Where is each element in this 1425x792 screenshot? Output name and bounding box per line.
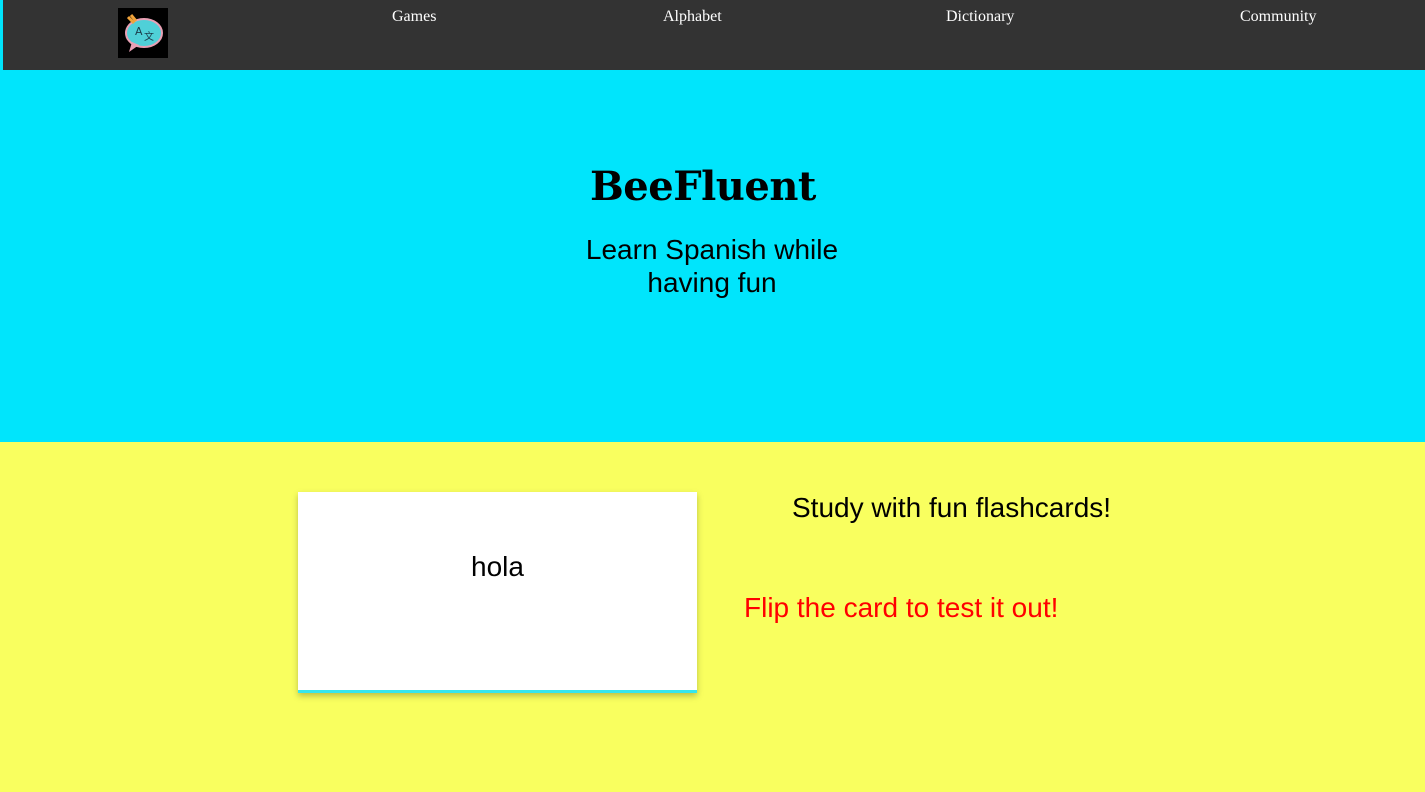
nav-link-community[interactable]: Community [1240,7,1316,27]
svg-text:A: A [135,25,143,38]
hero-subtitle: Learn Spanish while having fun [585,234,839,298]
nav-link-games[interactable]: Games [392,7,436,27]
flashcards-heading: Study with fun flashcards! [792,492,1112,523]
site-title: BeeFluent [590,163,816,210]
flashcard[interactable]: hola [298,492,697,693]
svg-text:文: 文 [144,30,154,43]
nav-link-dictionary[interactable]: Dictionary [946,7,1014,27]
flashcard-word: hola [471,551,524,582]
page: A 文 Games Alphabet Dictionary Community … [0,0,1425,792]
nav-link-alphabet[interactable]: Alphabet [663,7,722,27]
translate-speech-bubble-icon: A 文 [118,8,168,58]
logo[interactable]: A 文 [118,8,168,58]
flip-prompt: Flip the card to test it out! [744,592,1059,623]
flashcard-section: hola Study with fun flashcards! Flip the… [0,442,1425,792]
top-nav: A 文 Games Alphabet Dictionary Community [0,0,1425,70]
hero-section: BeeFluent Learn Spanish while having fun [0,70,1425,442]
